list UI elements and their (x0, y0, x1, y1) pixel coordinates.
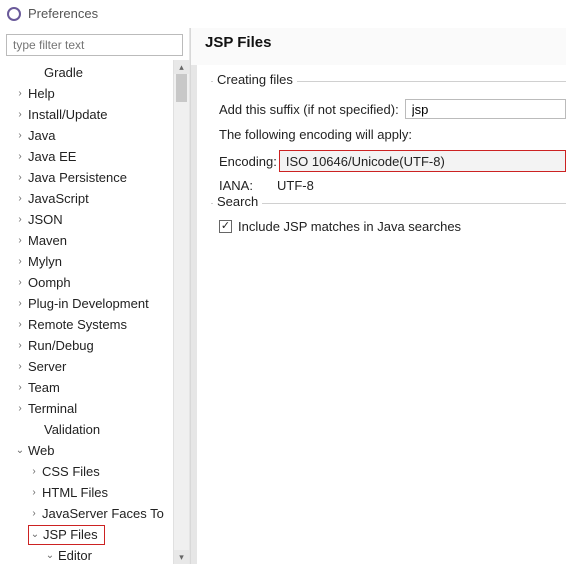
chevron-down-icon[interactable]: ⌄ (14, 445, 26, 456)
tree-node-label: Maven (26, 233, 67, 248)
tree-node[interactable]: ›Remote Systems (0, 314, 189, 335)
chevron-right-icon[interactable]: › (14, 151, 26, 162)
chevron-down-icon[interactable]: ⌄ (44, 550, 56, 561)
tree-node-label: Web (26, 443, 55, 458)
chevron-right-icon[interactable]: › (14, 340, 26, 351)
suffix-input[interactable] (405, 99, 566, 119)
page-title: JSP Files (205, 34, 566, 51)
tree-node[interactable]: ›Oomph (0, 272, 189, 293)
tree-node[interactable]: ›Plug-in Development (0, 293, 189, 314)
highlighted-node[interactable]: ⌄JSP Files (28, 525, 105, 545)
tree-node[interactable]: ›Java Persistence (0, 167, 189, 188)
tree-node[interactable]: ›JSON (0, 209, 189, 230)
chevron-right-icon[interactable]: › (14, 277, 26, 288)
tree-node[interactable]: ›Run/Debug (0, 335, 189, 356)
tree-node-label: Mylyn (26, 254, 62, 269)
preferences-tree[interactable]: ›Gradle›Help›Install/Update›Java›Java EE… (0, 60, 189, 564)
encoding-label: Encoding: (219, 154, 277, 169)
tree-node[interactable]: ›Team (0, 377, 189, 398)
tree-node-label: JSON (26, 212, 63, 227)
suffix-label: Add this suffix (if not specified): (219, 102, 399, 117)
chevron-right-icon[interactable]: › (14, 382, 26, 393)
chevron-right-icon[interactable]: › (28, 466, 40, 477)
left-pane: ›Gradle›Help›Install/Update›Java›Java EE… (0, 28, 190, 564)
tree-node-label: Java (26, 128, 55, 143)
encoding-note: The following encoding will apply: (219, 127, 412, 142)
tree-node-label: Java Persistence (26, 170, 127, 185)
right-pane: JSP Files Creating files Add this suffix… (190, 28, 566, 564)
tree-node[interactable]: ›Java EE (0, 146, 189, 167)
tree-node[interactable]: ⌄Web (0, 440, 189, 461)
tree-node[interactable]: ›HTML Files (0, 482, 189, 503)
group-search: Search ✓ Include JSP matches in Java sea… (211, 203, 566, 234)
tree-node[interactable]: ›Mylyn (0, 251, 189, 272)
tree-node[interactable]: ›Validation (0, 419, 189, 440)
chevron-right-icon[interactable]: › (14, 88, 26, 99)
tree-node-label: Gradle (42, 65, 83, 80)
chevron-right-icon[interactable]: › (14, 235, 26, 246)
chevron-right-icon[interactable]: › (14, 403, 26, 414)
tree-node[interactable]: ⌄Editor (0, 545, 189, 564)
encoding-select[interactable]: ISO 10646/Unicode(UTF-8) (279, 150, 566, 172)
tree-node-label: JSP Files (41, 527, 98, 542)
include-jsp-label: Include JSP matches in Java searches (238, 219, 461, 234)
chevron-right-icon[interactable]: › (14, 214, 26, 225)
tree-scrollbar[interactable]: ▴ ▾ (173, 60, 189, 564)
tree-node-label: JavaScript (26, 191, 89, 206)
tree-node[interactable]: ›Terminal (0, 398, 189, 419)
scroll-up-icon[interactable]: ▴ (174, 60, 189, 74)
chevron-right-icon[interactable]: › (28, 487, 40, 498)
tree-node-label: Help (26, 86, 55, 101)
tree-node-label: Server (26, 359, 66, 374)
tree-node-label: Editor (56, 548, 92, 563)
chevron-right-icon[interactable]: › (28, 508, 40, 519)
tree-node[interactable]: ›Gradle (0, 62, 189, 83)
tree-node[interactable]: ›Maven (0, 230, 189, 251)
window-title: Preferences (28, 6, 98, 21)
chevron-right-icon[interactable]: › (14, 130, 26, 141)
tree-node-label: HTML Files (40, 485, 108, 500)
group-label-search: Search (213, 194, 262, 209)
title-bar: Preferences (0, 0, 566, 28)
tree-node-label: Install/Update (26, 107, 108, 122)
tree-node-label: Plug-in Development (26, 296, 149, 311)
group-label-creating: Creating files (213, 72, 297, 87)
scroll-down-icon[interactable]: ▾ (174, 550, 189, 564)
chevron-right-icon[interactable]: › (14, 256, 26, 267)
tree-node-label: Run/Debug (26, 338, 94, 353)
filter-input[interactable] (6, 34, 183, 56)
chevron-right-icon[interactable]: › (14, 298, 26, 309)
scroll-thumb[interactable] (176, 74, 187, 102)
chevron-right-icon[interactable]: › (14, 319, 26, 330)
encoding-value: ISO 10646/Unicode(UTF-8) (286, 154, 445, 169)
tree-node-label: Terminal (26, 401, 77, 416)
chevron-right-icon[interactable]: › (14, 361, 26, 372)
app-icon (6, 6, 22, 22)
tree-node-label: Oomph (26, 275, 71, 290)
chevron-right-icon[interactable]: › (14, 172, 26, 183)
tree-node-label: CSS Files (40, 464, 100, 479)
tree-node-label: Validation (42, 422, 100, 437)
tree-node-label: JavaServer Faces To (40, 506, 164, 521)
iana-label: IANA: (219, 178, 277, 193)
chevron-right-icon[interactable]: › (14, 193, 26, 204)
chevron-down-icon[interactable]: ⌄ (29, 529, 41, 540)
tree-node[interactable]: ›Help (0, 83, 189, 104)
tree-node[interactable]: ›JavaServer Faces To (0, 503, 189, 524)
group-creating-files: Creating files Add this suffix (if not s… (211, 81, 566, 193)
tree-node[interactable]: ›Install/Update (0, 104, 189, 125)
iana-value: UTF-8 (277, 178, 314, 193)
tree-node-label: Team (26, 380, 60, 395)
tree-node[interactable]: ›Java (0, 125, 189, 146)
tree-node-label: Java EE (26, 149, 76, 164)
include-jsp-checkbox[interactable]: ✓ (219, 220, 232, 233)
tree-node[interactable]: ›Server (0, 356, 189, 377)
tree-node[interactable]: ⌄JSP Files (0, 524, 189, 545)
tree-node[interactable]: ›CSS Files (0, 461, 189, 482)
chevron-right-icon[interactable]: › (14, 109, 26, 120)
tree-node-label: Remote Systems (26, 317, 127, 332)
tree-node[interactable]: ›JavaScript (0, 188, 189, 209)
